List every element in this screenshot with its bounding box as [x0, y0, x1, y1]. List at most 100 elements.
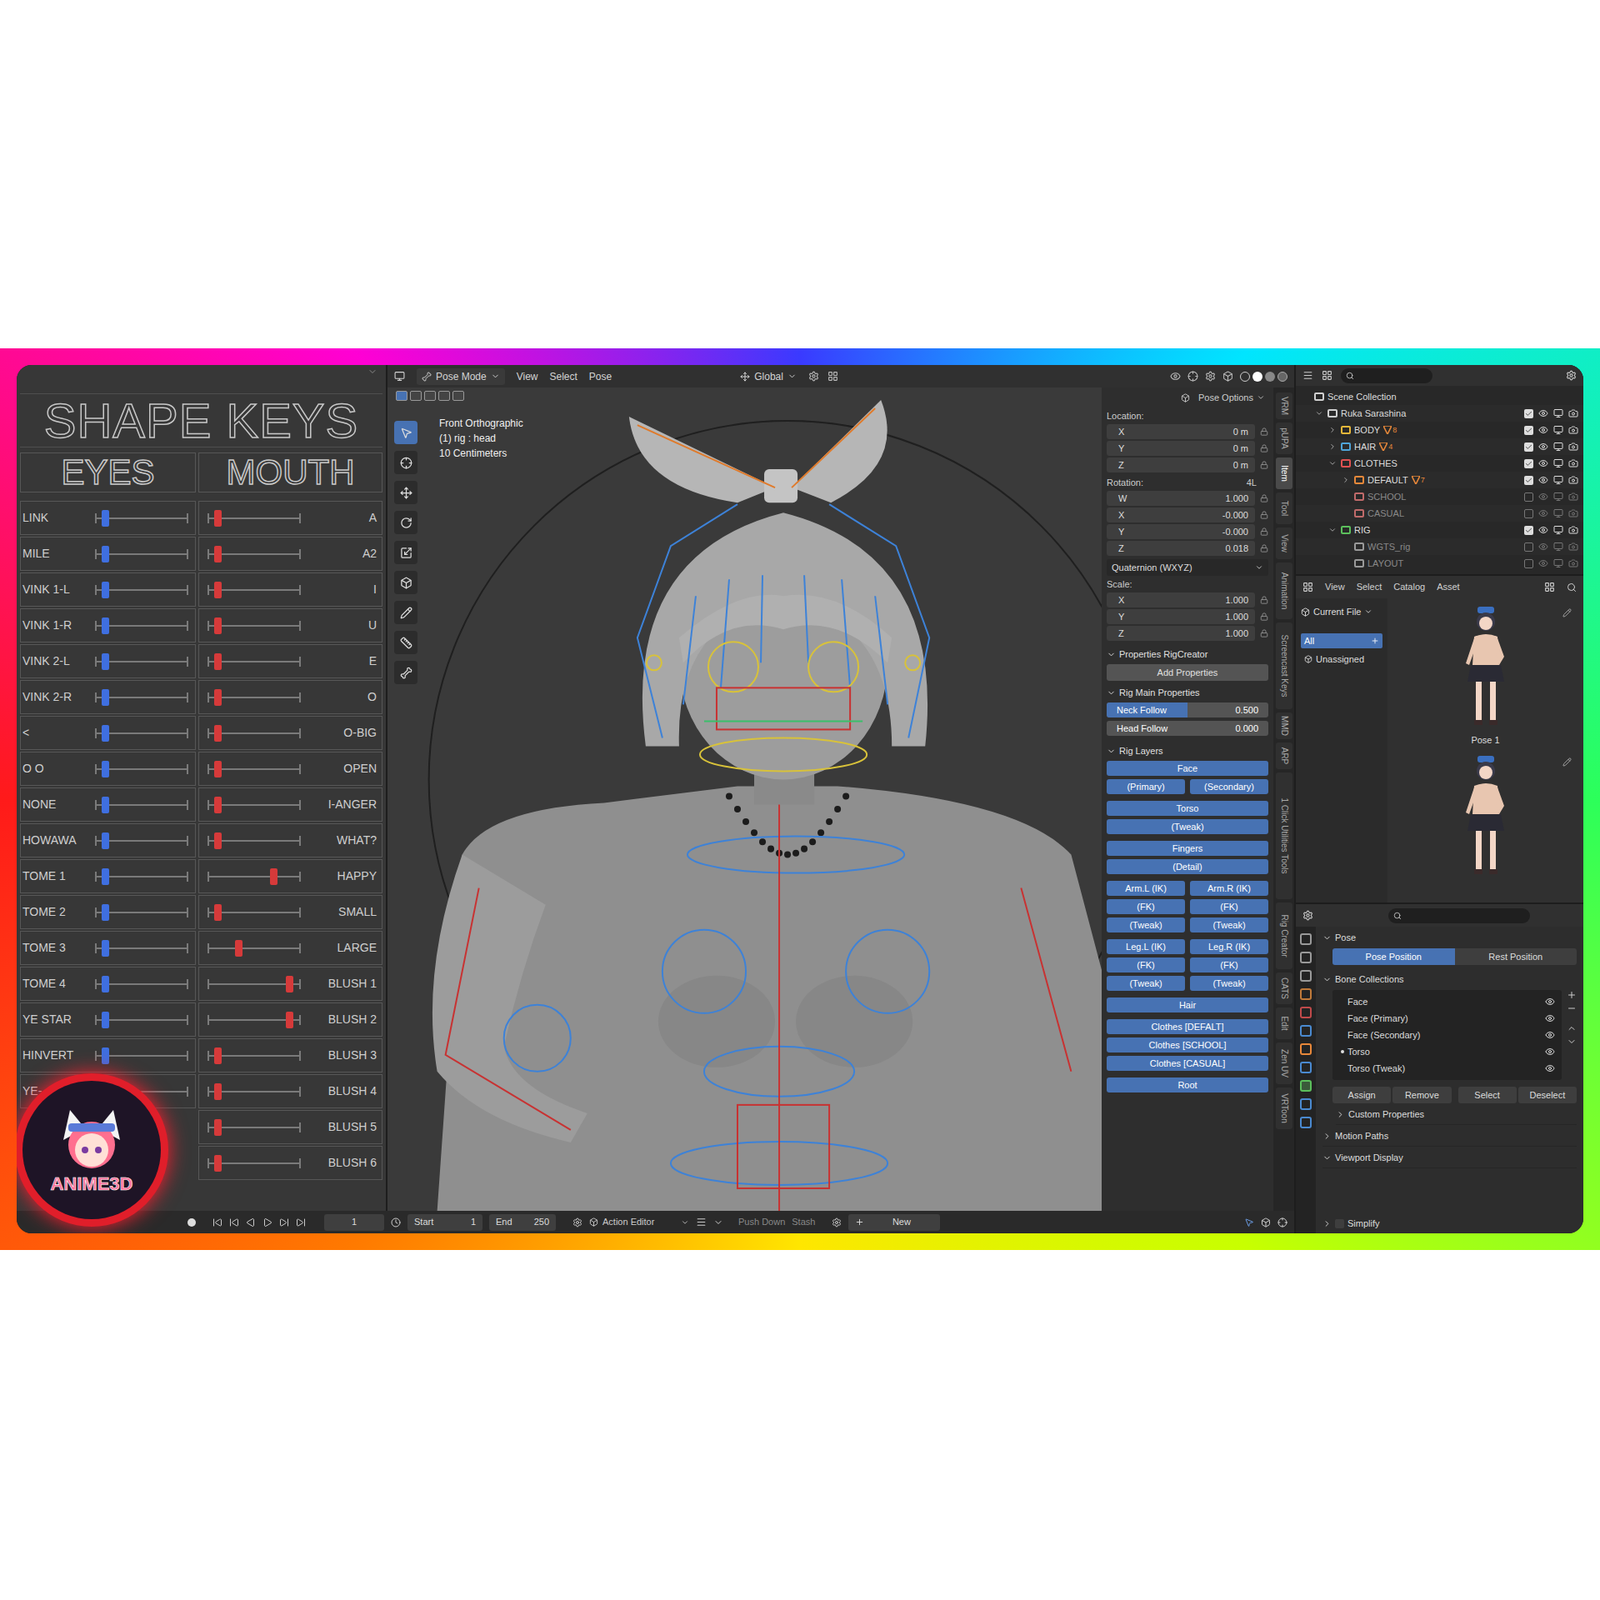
shape-key-slider[interactable] [207, 617, 301, 635]
new-action-field[interactable]: New [848, 1214, 940, 1231]
slider-knob[interactable] [214, 617, 222, 635]
eye-icon[interactable] [1538, 475, 1549, 485]
slider-knob[interactable] [101, 760, 110, 778]
lock-icon[interactable] [1260, 510, 1269, 520]
menu-item[interactable]: Select [550, 369, 578, 385]
slider-knob[interactable] [101, 725, 110, 742]
slider-knob[interactable] [101, 1011, 110, 1029]
current-frame-field[interactable]: 1 [324, 1214, 385, 1231]
rig-layer-button[interactable]: (Tweak) [1190, 975, 1269, 991]
shape-key-slider[interactable] [95, 581, 189, 599]
slider-knob[interactable] [214, 760, 222, 778]
number-field[interactable]: Z1.000 [1106, 625, 1255, 641]
rig-layer-button[interactable]: Hair [1106, 997, 1269, 1013]
slider-knob[interactable] [101, 832, 110, 850]
shape-key-slider[interactable] [207, 904, 301, 921]
camera-icon[interactable] [1568, 525, 1579, 535]
search-icon[interactable] [1566, 582, 1577, 593]
monitor-icon[interactable] [1553, 541, 1564, 552]
rig-layer-button[interactable]: Root [1106, 1077, 1269, 1093]
number-field[interactable]: X1.000 [1106, 592, 1255, 608]
rig-layer-button[interactable]: Leg.R (IK) [1190, 939, 1269, 955]
shape-key-slider[interactable] [95, 832, 189, 850]
shape-key-slider[interactable] [95, 904, 189, 921]
monitor-icon[interactable] [1553, 425, 1564, 435]
properties-tab-icon[interactable] [1300, 970, 1312, 982]
exclude-checkbox[interactable] [1524, 542, 1534, 552]
eye-icon[interactable] [1538, 408, 1549, 419]
rig-layer-button[interactable]: (Detail) [1106, 859, 1269, 875]
rig-layer-button[interactable]: (Tweak) [1106, 975, 1185, 991]
display-icon[interactable] [1544, 581, 1555, 593]
mode-dropdown[interactable]: Pose Mode [416, 368, 505, 385]
rig-layer-button[interactable]: (Tweak) [1106, 917, 1185, 933]
filter-icon[interactable] [1565, 370, 1577, 381]
asset-tile[interactable] [1387, 754, 1584, 880]
outliner-item[interactable]: DEFAULT7 [1295, 471, 1584, 489]
shape-key-slider[interactable] [207, 1119, 301, 1136]
panel-section-header[interactable]: Rig Layers [1106, 740, 1269, 761]
action-icon[interactable] [831, 1217, 842, 1228]
shape-key-slider[interactable] [95, 1047, 189, 1065]
tree-arrow[interactable] [1327, 525, 1338, 535]
properties-tab-icon[interactable] [1300, 1061, 1312, 1074]
properties-tab-icon[interactable] [1300, 951, 1312, 964]
editor-type-icon[interactable] [1302, 910, 1314, 921]
slider-knob[interactable] [214, 796, 222, 814]
eye-icon[interactable] [1538, 525, 1549, 535]
sidebar-tab[interactable]: Rig Creator [1275, 902, 1293, 970]
move-down-icon[interactable] [1566, 1036, 1577, 1047]
toggle-button[interactable]: Pose Position [1332, 948, 1455, 965]
slider-knob[interactable] [214, 1155, 222, 1172]
slider-knob[interactable] [101, 868, 110, 885]
lock-icon[interactable] [1260, 612, 1269, 621]
number-field[interactable]: Y1.000 [1106, 609, 1255, 625]
shape-key-slider[interactable] [95, 1011, 189, 1029]
menu-item[interactable]: View [516, 369, 539, 385]
bone-collection-item[interactable]: Torso (Tweak) [1332, 1060, 1562, 1077]
rig-layer-button[interactable]: Clothes [SCHOOL] [1106, 1037, 1269, 1053]
tool-button[interactable] [394, 540, 418, 565]
rig-layer-button[interactable]: Arm.R (IK) [1190, 880, 1269, 896]
slider-knob[interactable] [214, 581, 222, 599]
shape-key-slider[interactable] [207, 1083, 301, 1100]
catalog-item[interactable]: Unassigned [1300, 651, 1383, 667]
rig-layer-button[interactable]: Face [1106, 760, 1269, 776]
rig-layer-button[interactable]: (Tweak) [1106, 819, 1269, 835]
monitor-icon[interactable] [1553, 491, 1564, 502]
slider-knob[interactable] [214, 832, 222, 850]
edit-icon[interactable] [1562, 608, 1572, 618]
slider-knob[interactable] [101, 545, 110, 563]
slider-knob[interactable] [214, 689, 222, 706]
mirror-icon[interactable] [1180, 393, 1190, 403]
monitor-icon[interactable] [1553, 458, 1564, 469]
slider-knob[interactable] [214, 653, 222, 670]
editor-type-icon[interactable] [394, 370, 405, 382]
eye-icon[interactable] [1538, 558, 1549, 569]
select-mode-icon[interactable] [452, 390, 465, 401]
sidebar-tab[interactable]: VRM [1275, 392, 1293, 420]
camera-icon[interactable] [1568, 475, 1579, 485]
overlay-icon[interactable] [1205, 370, 1216, 382]
outliner-item[interactable]: HAIR4 [1295, 438, 1584, 455]
menu-item[interactable]: Catalog [1393, 580, 1425, 595]
shape-key-slider[interactable] [207, 510, 301, 527]
rig-layer-button[interactable]: Torso [1106, 800, 1269, 816]
editor-type-icon[interactable] [1302, 581, 1314, 593]
camera-icon[interactable] [1568, 508, 1579, 519]
tool-button[interactable] [394, 630, 418, 655]
tree-arrow[interactable] [1327, 442, 1338, 451]
rig-layer-button[interactable]: Clothes [CASUAL] [1106, 1055, 1269, 1071]
bone-collection-item[interactable]: Face [1332, 993, 1562, 1010]
play-reverse-icon[interactable] [245, 1217, 256, 1228]
asset-tile[interactable]: Pose 1 [1387, 605, 1584, 748]
menu-item[interactable]: Pose [589, 369, 612, 385]
properties-tab-icon[interactable] [1300, 1116, 1312, 1129]
slider-knob[interactable] [214, 510, 222, 527]
section-header[interactable]: Custom Properties [1335, 1105, 1577, 1125]
lock-icon[interactable] [1260, 544, 1269, 553]
sidebar-tab[interactable]: ARP [1275, 742, 1293, 770]
monitor-icon[interactable] [1553, 441, 1564, 452]
monitor-icon[interactable] [1553, 475, 1564, 485]
eye-icon[interactable] [1545, 996, 1555, 1007]
